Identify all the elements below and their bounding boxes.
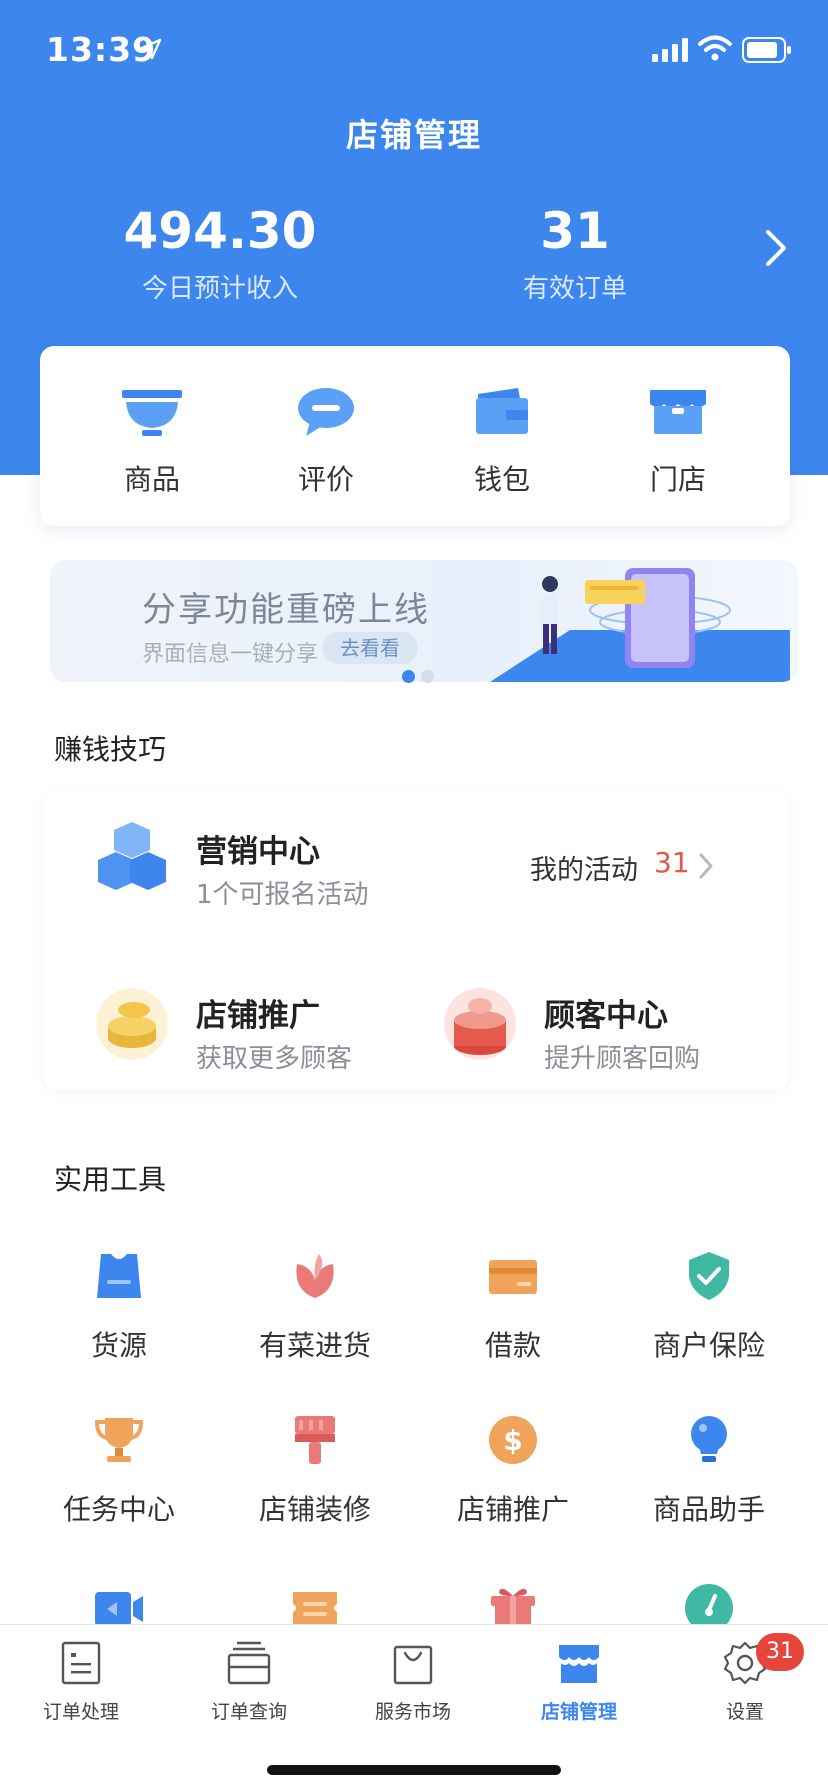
earn-tips-card: 营销中心 1个可报名活动 我的活动 31 店铺推广 获取更多顾客 顾客中心 提升… xyxy=(44,790,788,1090)
share-illustration xyxy=(490,568,790,682)
tab-service-market[interactable]: 服务市场 xyxy=(348,1641,478,1724)
quick-action-label: 商品 xyxy=(123,463,180,496)
my-activities-label: 我的活动 xyxy=(530,855,638,886)
valid-orders-value: 31 xyxy=(540,202,610,260)
tool-label: 店铺装修 xyxy=(258,1493,371,1526)
speech-bubble-icon xyxy=(298,388,354,436)
paint-brush-icon xyxy=(295,1416,335,1464)
order-list-icon xyxy=(61,1641,101,1685)
quick-action-label: 评价 xyxy=(297,463,354,496)
valid-orders-stat[interactable]: 31 有效订单 xyxy=(490,200,660,305)
tab-store-management[interactable]: 店铺管理 xyxy=(514,1641,644,1724)
tab-label: 服务市场 xyxy=(374,1701,451,1723)
location-arrow-icon xyxy=(140,38,162,60)
stack-icon xyxy=(227,1641,271,1685)
marketing-center-title: 营销中心 xyxy=(196,834,320,870)
quick-action-wallet[interactable]: 钱包 xyxy=(442,386,562,498)
banner-title: 分享功能重磅上线 xyxy=(142,590,430,630)
earn-tips-section-title: 赚钱技巧 xyxy=(54,733,167,766)
svg-text:$: $ xyxy=(503,1424,522,1457)
lightbulb-icon xyxy=(691,1416,727,1462)
shop-icon xyxy=(559,1645,599,1683)
settings-notification-badge: 31 xyxy=(756,1633,804,1671)
cubes-icon xyxy=(98,822,166,890)
tool-label: 商户保险 xyxy=(652,1329,765,1362)
marketing-center-subtitle: 1个可报名活动 xyxy=(196,880,369,910)
valid-orders-label: 有效订单 xyxy=(522,274,627,304)
chevron-right-icon[interactable] xyxy=(764,228,788,268)
battery-icon xyxy=(742,37,791,63)
pagination-dot-active[interactable] xyxy=(402,670,415,683)
quick-action-products[interactable]: 商品 xyxy=(92,386,212,498)
tool-product-assistant[interactable]: 商品助手 xyxy=(624,1414,794,1528)
dollar-coin-icon: $ xyxy=(489,1416,537,1464)
tool-store-decoration[interactable]: 店铺装修 xyxy=(230,1414,400,1528)
store-promotion-subtitle: 获取更多顾客 xyxy=(196,1044,353,1074)
tool-loan[interactable]: 借款 xyxy=(428,1250,598,1364)
tool-store-promotion[interactable]: $ 店铺推广 xyxy=(428,1414,598,1528)
card-icon xyxy=(489,1260,537,1294)
pagination-dot[interactable] xyxy=(421,670,434,683)
my-activities-count: 31 xyxy=(654,846,690,879)
tab-label: 设置 xyxy=(725,1701,764,1723)
today-income-label: 今日预计收入 xyxy=(141,274,298,304)
tool-label: 店铺推广 xyxy=(456,1493,569,1526)
tab-order-query[interactable]: 订单查询 xyxy=(184,1641,314,1724)
promo-banner[interactable]: 分享功能重磅上线 界面信息一键分享 去看看 xyxy=(50,560,798,682)
tab-label: 订单查询 xyxy=(210,1701,287,1723)
banner-subtitle: 界面信息一键分享 xyxy=(142,642,319,667)
quick-actions-card: 商品 评价 钱包 门店 xyxy=(40,346,790,526)
tab-label: 店铺管理 xyxy=(540,1701,617,1723)
home-indicator[interactable] xyxy=(267,1765,561,1775)
wallet-icon xyxy=(476,388,528,434)
vest-icon xyxy=(97,1254,141,1298)
quick-action-reviews[interactable]: 评价 xyxy=(266,386,386,498)
tool-label: 有菜进货 xyxy=(258,1329,371,1362)
tool-label: 商品助手 xyxy=(652,1493,765,1526)
today-income-stat[interactable]: 494.30 今日预计收入 xyxy=(100,200,340,305)
banner-go-button[interactable]: 去看看 xyxy=(322,632,418,664)
wifi-icon xyxy=(698,35,732,61)
quick-action-label: 钱包 xyxy=(473,463,530,496)
tool-label: 货源 xyxy=(90,1329,147,1362)
tab-label: 订单处理 xyxy=(42,1701,119,1723)
tool-label: 借款 xyxy=(484,1329,541,1362)
chevron-right-icon xyxy=(699,853,713,879)
customer-center-subtitle: 提升顾客回购 xyxy=(544,1044,701,1074)
bowl-icon xyxy=(122,390,182,436)
trophy-icon xyxy=(94,1418,144,1462)
leaf-icon xyxy=(296,1254,334,1298)
quick-action-label: 门店 xyxy=(649,463,706,496)
store-icon xyxy=(650,390,706,434)
tab-settings[interactable]: 设置 31 xyxy=(680,1633,810,1724)
page-title: 店铺管理 xyxy=(345,116,482,154)
store-promotion-title: 店铺推广 xyxy=(196,998,320,1034)
shield-check-icon xyxy=(689,1252,729,1300)
tool-sourcing[interactable]: 货源 xyxy=(34,1250,204,1364)
tool-task-center[interactable]: 任务中心 xyxy=(34,1414,204,1528)
banner-pagination xyxy=(402,670,442,684)
tab-order-processing[interactable]: 订单处理 xyxy=(16,1641,146,1724)
cellular-signal-icon xyxy=(652,38,688,62)
tool-label: 任务中心 xyxy=(62,1493,175,1526)
tool-merchant-insurance[interactable]: 商户保险 xyxy=(624,1250,794,1364)
customer-cylinder-icon xyxy=(444,988,516,1060)
tools-section-title: 实用工具 xyxy=(54,1163,167,1196)
quick-action-store[interactable]: 门店 xyxy=(618,386,738,498)
coins-icon xyxy=(96,988,168,1060)
tool-youcai-purchase[interactable]: 有菜进货 xyxy=(230,1250,400,1364)
shopping-bag-icon xyxy=(393,1645,433,1685)
status-bar: 13:39 xyxy=(0,0,828,100)
today-income-value: 494.30 xyxy=(123,202,317,260)
customer-center-title: 顾客中心 xyxy=(544,998,668,1034)
